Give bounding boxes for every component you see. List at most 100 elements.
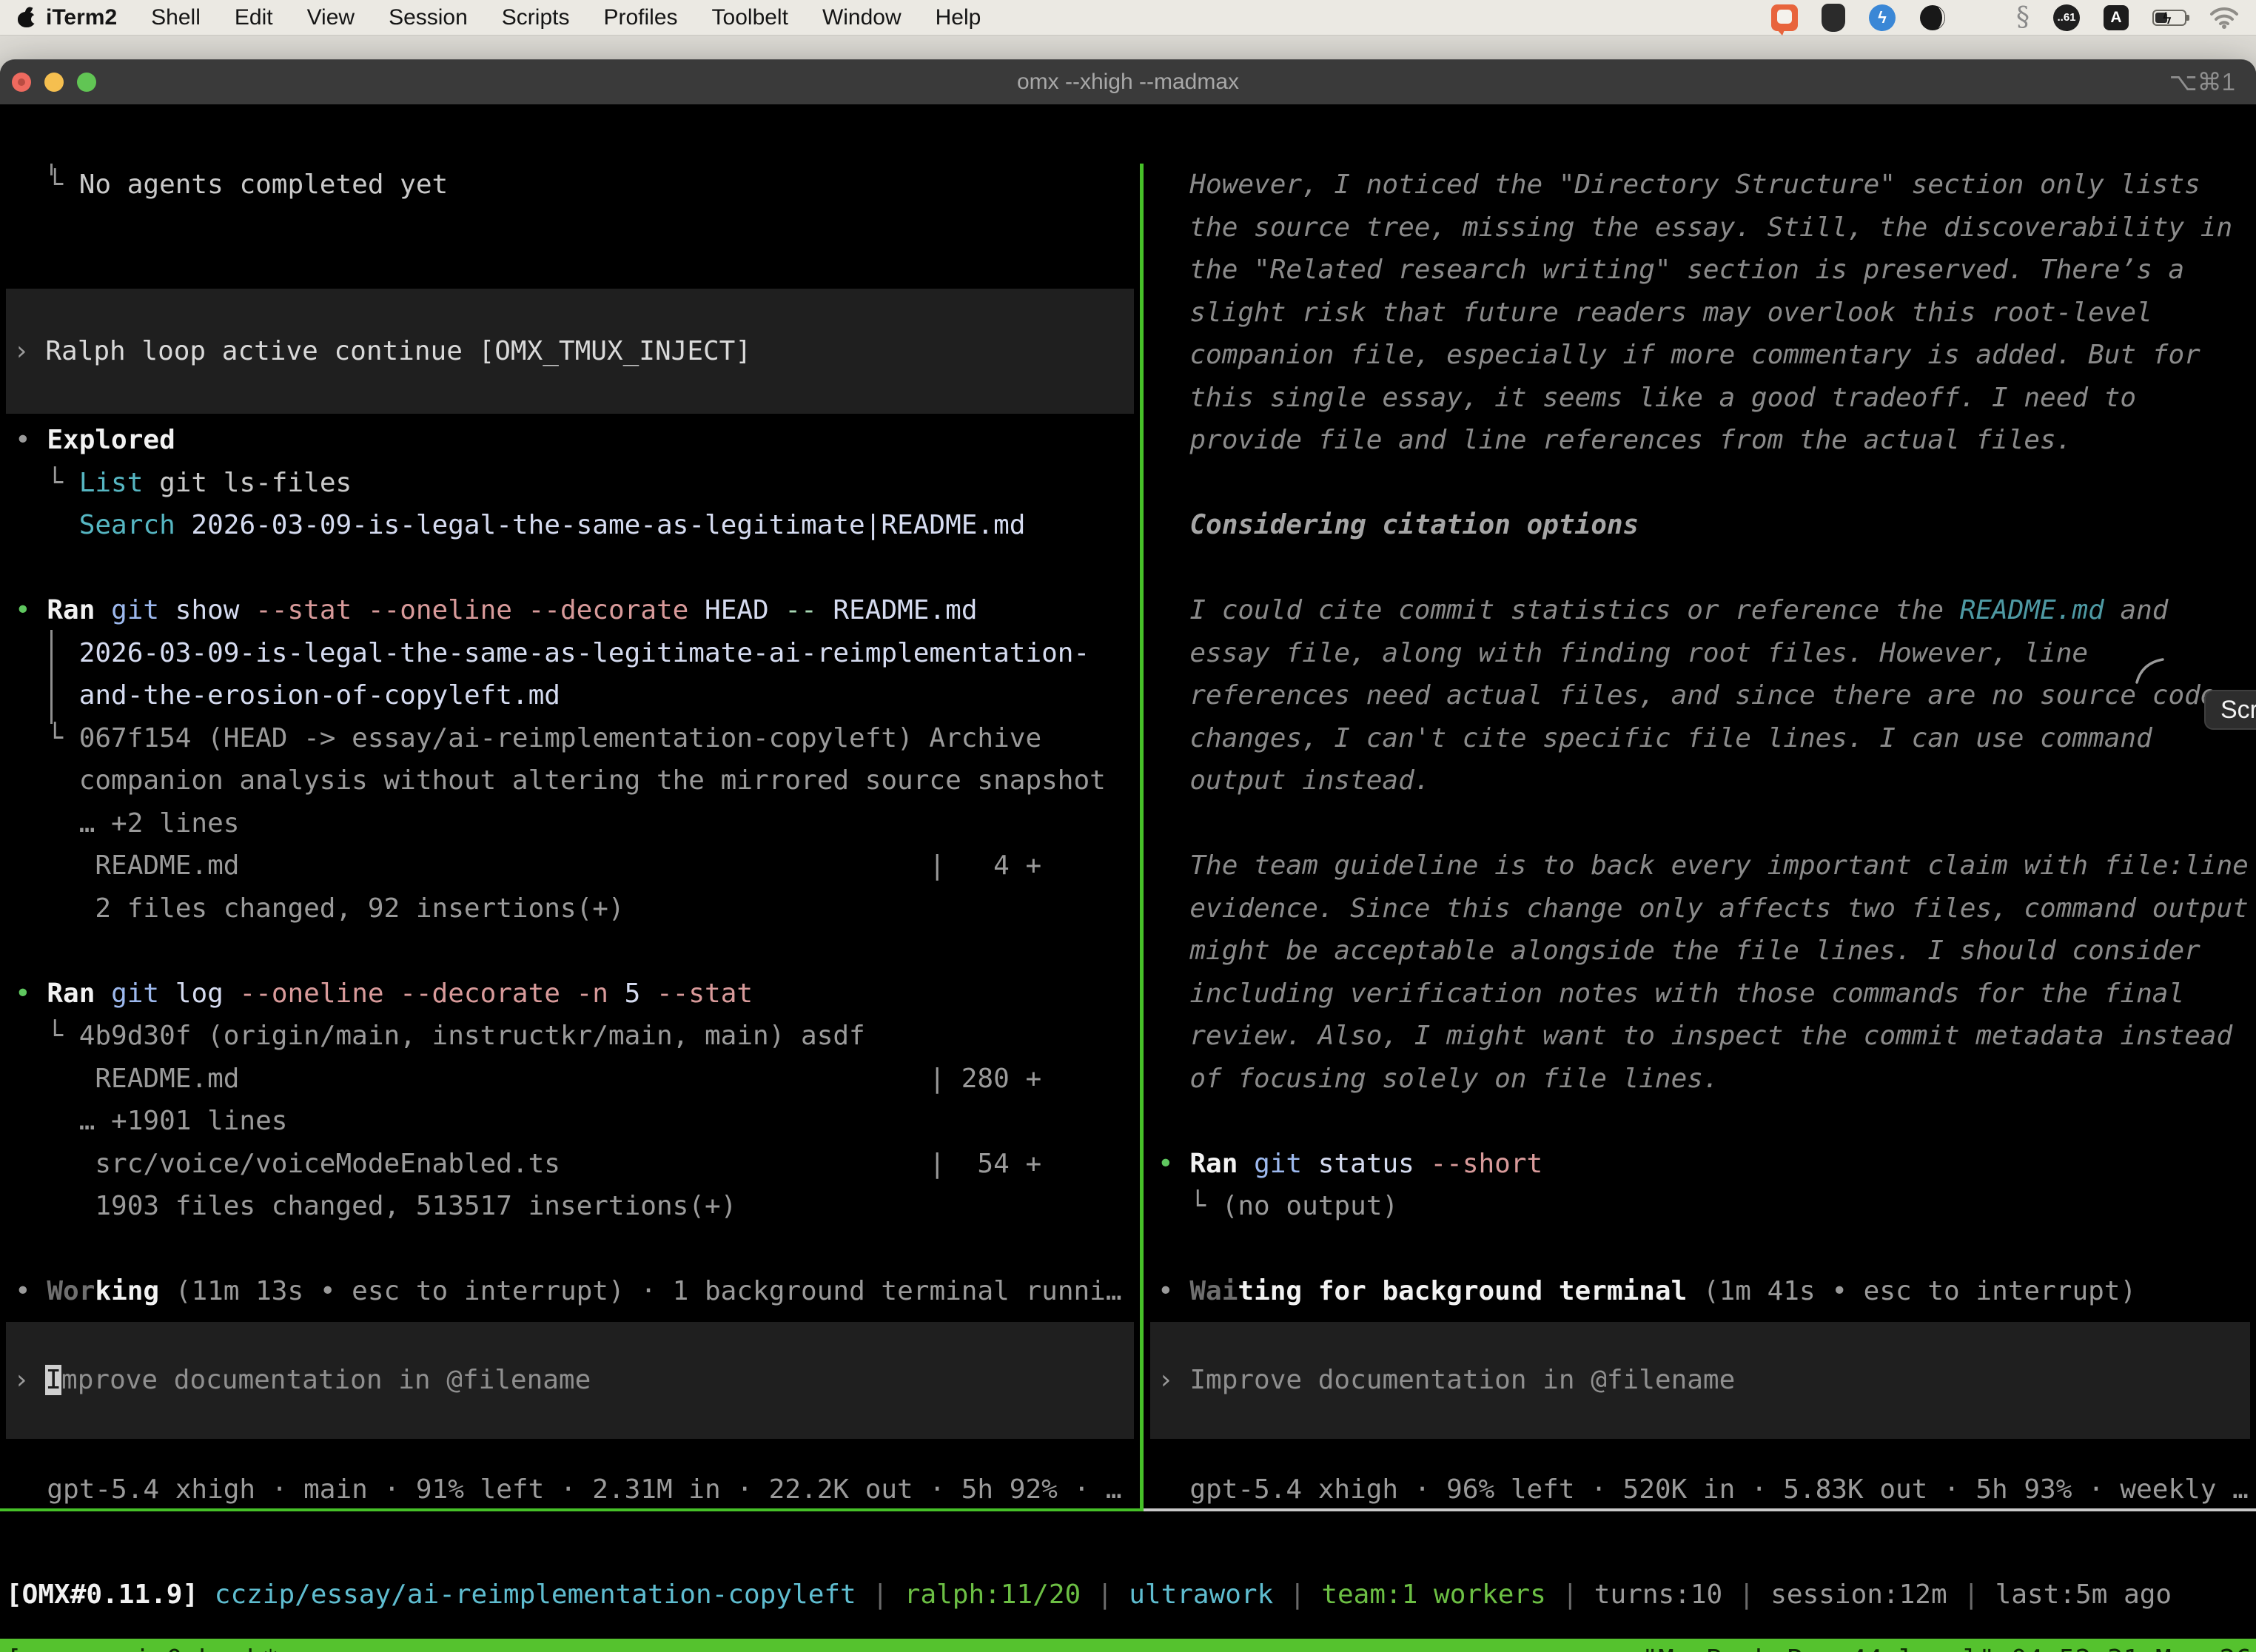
- text-segment: slight risk that future readers may over…: [1158, 298, 2152, 328]
- window-title: omx --xhigh --madmax: [0, 60, 2256, 104]
- terminal-pane-left[interactable]: › Ralph loop active continue [OMX_TMUX_I…: [0, 164, 1140, 1508]
- menu-item-profiles[interactable]: Profiles: [603, 5, 677, 30]
- text-segment: … +2 lines: [15, 808, 239, 839]
- text-segment: status: [1302, 1149, 1414, 1179]
- screen-overlay-label: Scre: [2220, 696, 2256, 724]
- text-segment: ralph:11/20: [904, 1579, 1081, 1610]
- menu-bar: iTerm2 Shell Edit View Session Scripts Profile…: [0, 0, 2256, 36]
- terminal-line: › Improve documentation in @filename: [1150, 1359, 1735, 1402]
- shield-keypad-icon[interactable]: [1822, 4, 1845, 32]
- screenshot-chat-icon[interactable]: [1771, 4, 1798, 31]
- text-segment: Ralph loop active continue [OMX_TMUX_INJ…: [45, 336, 751, 366]
- text-segment: --short: [1414, 1149, 1542, 1179]
- text-segment: gpt-5.4 xhigh · main · 91% left · 2.31M …: [15, 1474, 1122, 1505]
- text-segment: └ 067f154 (HEAD -> essay/ai-reimplementa…: [15, 723, 1041, 753]
- menu-item-iterm2[interactable]: iTerm2: [46, 5, 117, 30]
- battery-icon[interactable]: ϟ: [2152, 10, 2186, 26]
- terminal-line: README.md | 280 +: [15, 1058, 1140, 1101]
- prompt-input-left[interactable]: › Improve documentation in @filename: [6, 1322, 1134, 1439]
- text-segment: Ran: [1189, 1149, 1238, 1179]
- text-segment: README.md: [1960, 595, 2104, 625]
- terminal-line: • Ran git log --oneline --decorate -n 5 …: [15, 973, 1140, 1015]
- menu-item-toolbelt[interactable]: Toolbelt: [712, 5, 788, 30]
- text-segment: [OMX#0.11.9]: [6, 1579, 198, 1610]
- text-segment: including verification notes with those …: [1158, 978, 2184, 1009]
- menu-item-help[interactable]: Help: [936, 5, 981, 30]
- terminal-line: • Ran git status --short: [1158, 1143, 2256, 1186]
- a-badge-icon[interactable]: A: [2104, 5, 2129, 30]
- pane-divider[interactable]: [1140, 164, 1144, 1511]
- terminal-line: essay file, along with finding root file…: [1158, 632, 2256, 675]
- pane-border-bottom-right: [1144, 1508, 2256, 1511]
- text-segment: Ran: [47, 595, 95, 625]
- text-segment: (11m 13s • esc to interrupt) · 1 backgro…: [159, 1276, 1121, 1306]
- terminal-line: including verification notes with those …: [1158, 973, 2256, 1015]
- text-segment: might be acceptable alongside the file l…: [1158, 936, 2200, 966]
- terminal-line: evidence. Since this change only affects…: [1158, 887, 2256, 930]
- window-shortcut-badge: ⌥⌘1: [2169, 60, 2235, 104]
- text-segment: mprove documentation in @filename: [61, 1365, 591, 1395]
- text-segment: --stat: [640, 978, 753, 1009]
- text-segment: git: [95, 978, 159, 1009]
- menu-item-view[interactable]: View: [307, 5, 355, 30]
- text-segment: |: [872, 1579, 904, 1610]
- menu-item-edit[interactable]: Edit: [235, 5, 273, 30]
- terminal-line: └ 4b9d30f (origin/main, instructkr/main,…: [15, 1015, 1140, 1058]
- text-segment: last:5m ago: [1995, 1579, 2172, 1610]
- text-segment: •: [15, 425, 47, 455]
- screen-overlay-button[interactable]: Scre: [2204, 690, 2256, 730]
- terminal-line: might be acceptable alongside the file l…: [1158, 930, 2256, 973]
- menu-item-scripts[interactable]: Scripts: [502, 5, 570, 30]
- text-segment: and: [2104, 595, 2169, 625]
- text-segment: cczip/essay/ai-reimplementation-copyleft: [198, 1579, 872, 1610]
- terminal-line: 1903 files changed, 513517 insertions(+): [15, 1185, 1140, 1228]
- text-segment: session:12m: [1770, 1579, 1947, 1610]
- text-segment: git ls-files: [143, 468, 352, 498]
- terminal-line: 2 files changed, 92 insertions(+): [15, 887, 1140, 930]
- model-status-line-left: gpt-5.4 xhigh · main · 91% left · 2.31M …: [15, 1468, 1140, 1508]
- text-segment: git: [1238, 1149, 1302, 1179]
- menu-item-session[interactable]: Session: [389, 5, 468, 30]
- blue-bolt-badge-icon[interactable]: ϟ: [1869, 4, 1896, 31]
- text-segment: |: [1722, 1579, 1770, 1610]
- text-segment: Wai: [1189, 1276, 1238, 1306]
- model-status-line-right: gpt-5.4 xhigh · 96% left · 520K in · 5.8…: [1158, 1468, 2256, 1508]
- text-segment: README.md | 280 +: [15, 1064, 1041, 1094]
- text-segment: output instead.: [1158, 765, 1430, 796]
- terminal-line: of focusing solely on file lines.: [1158, 1058, 2256, 1101]
- text-segment: review. Also, I might want to inspect th…: [1158, 1021, 2232, 1051]
- terminal-line: companion analysis without altering the …: [15, 759, 1140, 802]
- terminal-line: › Improve documentation in @filename: [6, 1359, 591, 1402]
- text-segment: show: [159, 595, 239, 625]
- text-segment: 2026-03-09-is-legal-the-same-as-legitima…: [175, 510, 1026, 540]
- pie-circle-icon[interactable]: [1919, 4, 1946, 31]
- menu-item-window[interactable]: Window: [822, 5, 902, 30]
- terminal-pane-right[interactable]: › Improve documentation in @filename gpt…: [1144, 164, 2256, 1508]
- dots-grid-icon[interactable]: [1970, 6, 1993, 29]
- menu-items: iTerm2 Shell Edit View Session Scripts Profile…: [46, 5, 981, 30]
- tmux-session-label[interactable]: [omx-cczip0:bash*: [6, 1639, 278, 1652]
- countdown-badge-icon[interactable]: ..61: [2053, 4, 2080, 31]
- text-segment: However, I noticed the "Directory Struct…: [1158, 169, 2200, 200]
- prompt-input-right[interactable]: › Improve documentation in @filename: [1150, 1322, 2250, 1439]
- title-bar[interactable]: omx --xhigh --madmax ⌥⌘1: [0, 60, 2256, 104]
- terminal-line: └ (no output): [1158, 1185, 2256, 1228]
- text-segment: README.md | 4 +: [15, 850, 1041, 881]
- text-segment: |: [1947, 1579, 1995, 1610]
- apple-logo-icon[interactable]: [18, 8, 36, 27]
- terminal-line: output instead.: [1158, 759, 2256, 802]
- wifi-icon[interactable]: [2210, 7, 2238, 29]
- text-segment: └ (no output): [1158, 1191, 1398, 1221]
- text-segment: [15, 510, 79, 540]
- countdown-text: ..61: [2057, 11, 2075, 24]
- menu-item-shell[interactable]: Shell: [151, 5, 201, 30]
- terminal-line: └ List git ls-files: [15, 462, 1140, 505]
- terminal-line: src/voice/voiceModeEnabled.ts | 54 +: [15, 1143, 1140, 1186]
- text-segment: Considering citation options: [1158, 510, 1639, 540]
- text-segment: •: [15, 978, 47, 1009]
- text-segment: |: [1273, 1579, 1321, 1610]
- text-segment: 2026-03-09-is-legal-the-same-as-legitima…: [15, 638, 1090, 668]
- squiggle-icon[interactable]: §: [2016, 2, 2030, 33]
- text-segment: I could cite commit statistics or refere…: [1158, 595, 1960, 625]
- text-segment: gpt-5.4 xhigh · 96% left · 520K in · 5.8…: [1158, 1474, 2249, 1505]
